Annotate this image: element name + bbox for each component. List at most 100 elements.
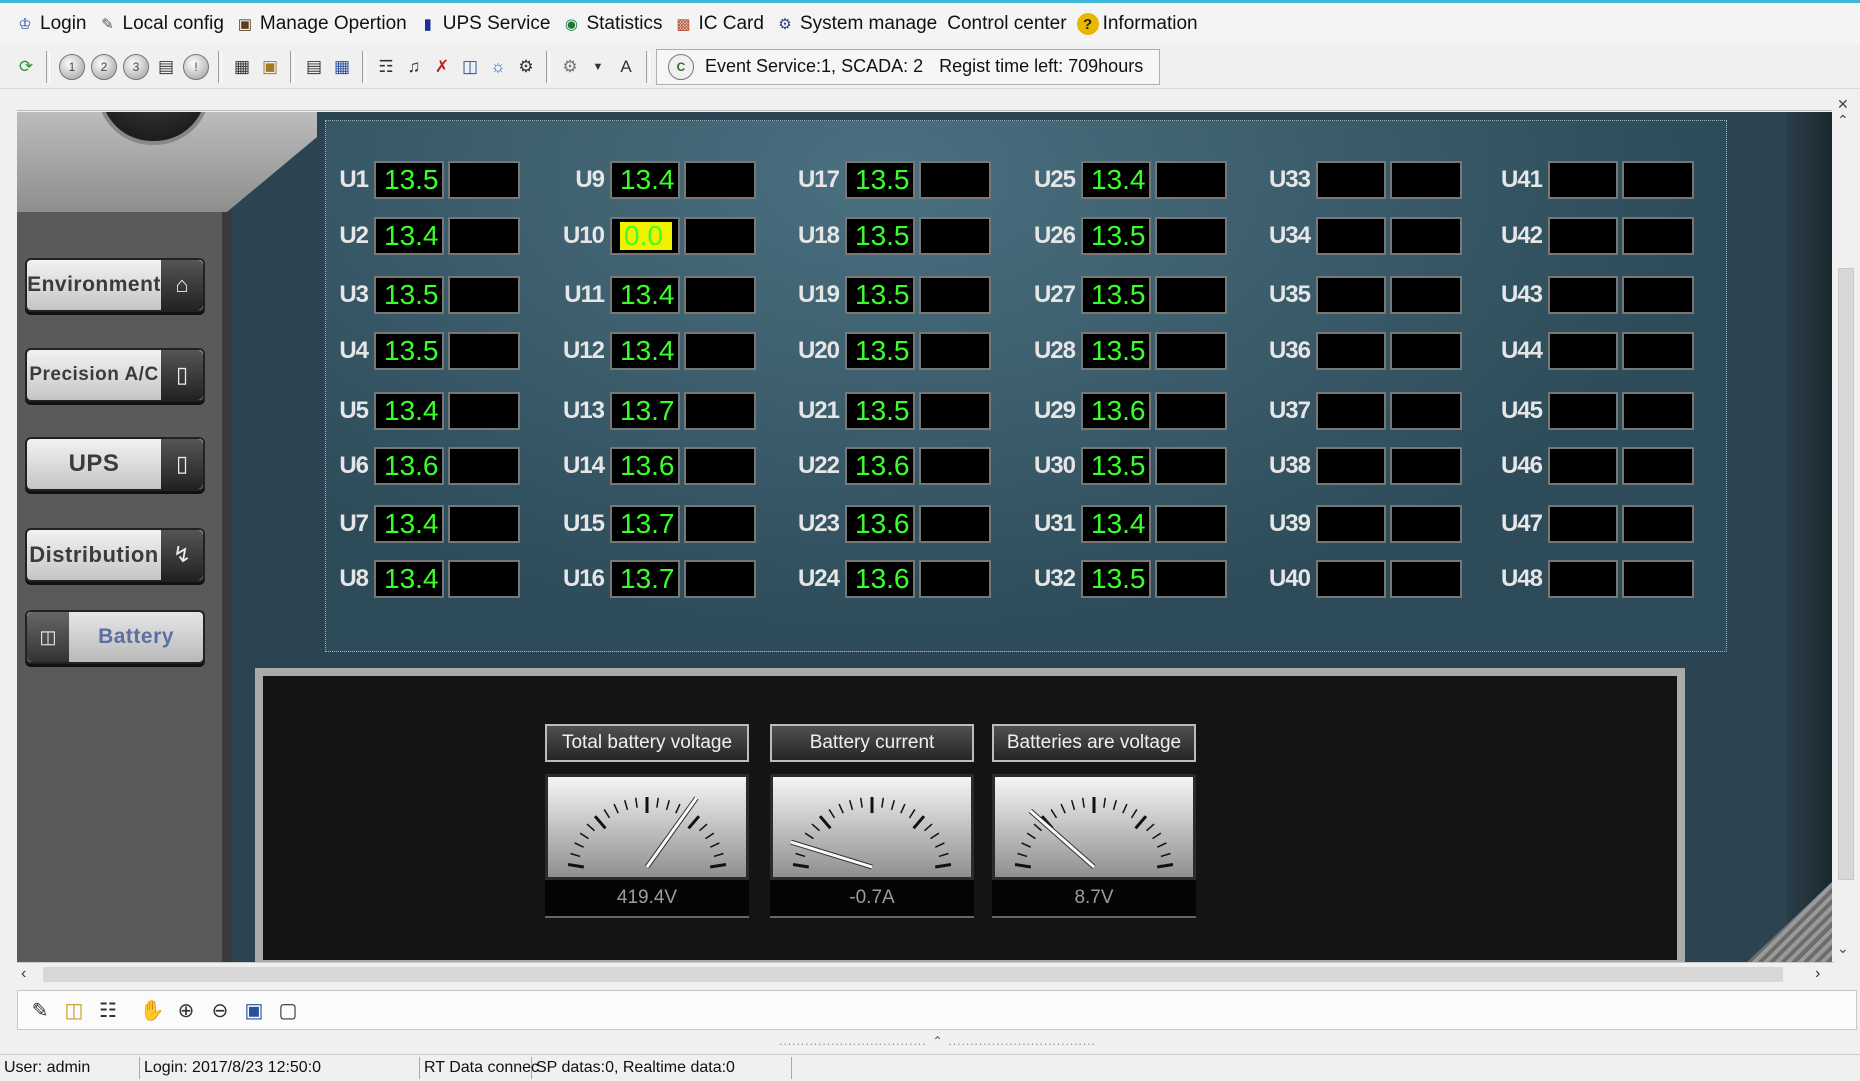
chevron-down-icon[interactable]: ⌄ (1837, 940, 1849, 957)
settings-icon[interactable]: ⚙ (512, 52, 540, 82)
cell-voltage-value[interactable]: 13.6 (610, 447, 680, 485)
cell-voltage-value[interactable]: 13.7 (610, 392, 680, 430)
sidebar-item-precision-ac[interactable]: Precision A/C ▯ (25, 348, 205, 402)
grid-icon[interactable]: ▦ (228, 52, 256, 82)
browser-icon[interactable]: ☼ (484, 52, 512, 82)
vertical-scrollbar[interactable]: ✕ ⌃ ⌄ (1834, 96, 1856, 964)
cell-voltage-value[interactable]: 13.5 (845, 276, 915, 314)
cell-voltage-value[interactable] (1548, 505, 1618, 543)
cell-voltage-value[interactable]: 13.4 (610, 161, 680, 199)
view-1-button[interactable]: 1 (59, 53, 85, 80)
menu-information[interactable]: ? Information (1076, 13, 1198, 35)
menu-system-manage[interactable]: ⚙ System manage (774, 13, 937, 35)
menu-manage-operation[interactable]: ▣ Manage Opertion (234, 13, 407, 35)
cell-voltage-value[interactable] (1548, 276, 1618, 314)
cell-voltage-value[interactable]: 13.7 (610, 505, 680, 543)
cell-voltage-value[interactable]: 13.5 (1081, 276, 1151, 314)
cell-voltage-value[interactable] (1548, 447, 1618, 485)
cell-voltage-value[interactable] (1316, 505, 1386, 543)
zoom-out-icon[interactable]: ⊖ (204, 994, 236, 1026)
font-button[interactable]: A (612, 52, 640, 82)
sidebar-item-environment[interactable]: Environment ⌂ (25, 258, 205, 312)
sidebar-item-ups[interactable]: UPS ▯ (25, 437, 205, 491)
cell-voltage-value[interactable]: 13.4 (374, 505, 444, 543)
menu-statistics[interactable]: ◉ Statistics (560, 13, 663, 35)
sidebar-item-battery[interactable]: ◫ Battery (25, 610, 205, 664)
cell-voltage-value[interactable] (1316, 276, 1386, 314)
zoom-in-icon[interactable]: ⊕ (170, 994, 202, 1026)
cell-voltage-value[interactable]: 13.5 (374, 276, 444, 314)
vertical-scroll-thumb[interactable] (1838, 268, 1854, 880)
chevron-up-icon[interactable]: ⌃ (932, 1034, 942, 1048)
cell-voltage-value[interactable] (1548, 392, 1618, 430)
cell-voltage-value[interactable]: 13.5 (845, 332, 915, 370)
cell-voltage-value[interactable]: 13.5 (845, 392, 915, 430)
cell-voltage-value[interactable]: 13.6 (845, 447, 915, 485)
monitor-icon[interactable]: ▤ (152, 52, 180, 82)
cell-voltage-value[interactable] (1316, 447, 1386, 485)
speaker-icon[interactable]: ♫ (400, 52, 428, 82)
cell-voltage-value[interactable]: 13.7 (610, 560, 680, 598)
menu-local-config[interactable]: ✎ Local config (97, 13, 224, 35)
menu-ups-service[interactable]: ▮ UPS Service (417, 13, 551, 35)
cell-voltage-value[interactable] (1316, 217, 1386, 255)
chevron-right-icon[interactable]: › (1815, 965, 1820, 983)
cell-voltage-value[interactable]: 13.4 (1081, 161, 1151, 199)
new-document-icon[interactable]: ✎ (24, 994, 56, 1026)
cell-voltage-value[interactable]: 13.4 (610, 332, 680, 370)
cell-voltage-value[interactable] (1548, 161, 1618, 199)
alert-icon[interactable]: ! (183, 53, 209, 80)
menu-control-center[interactable]: Control center (947, 13, 1066, 35)
cell-voltage-value[interactable] (1316, 560, 1386, 598)
menu-login[interactable]: ♔ Login (14, 13, 86, 35)
chevron-left-icon[interactable]: ‹ (21, 965, 26, 983)
cell-voltage-value[interactable] (1316, 161, 1386, 199)
view-3-button[interactable]: 3 (123, 53, 149, 80)
view-2-button[interactable]: 2 (91, 53, 117, 80)
cell-voltage-value[interactable]: 13.6 (1081, 392, 1151, 430)
fit-view-icon[interactable]: ▣ (238, 994, 270, 1026)
cell-voltage-value[interactable] (1548, 560, 1618, 598)
close-icon[interactable]: ✕ (1837, 96, 1849, 113)
chevron-down-icon[interactable]: ▼ (584, 52, 612, 82)
open-folder-icon[interactable]: ◫ (58, 994, 90, 1026)
cell-voltage-value[interactable]: 13.5 (374, 332, 444, 370)
cell-voltage-value[interactable]: 13.4 (374, 392, 444, 430)
cell-voltage-value[interactable]: 13.5 (1081, 332, 1151, 370)
network-icon[interactable]: ◫ (456, 52, 484, 82)
cell-voltage-value[interactable]: 0.0 (610, 217, 680, 255)
gear-icon[interactable]: ⚙ (556, 52, 584, 82)
chevron-up-icon[interactable]: ⌃ (1837, 112, 1849, 129)
horizontal-scroll-thumb[interactable] (43, 967, 1783, 982)
cell-voltage-value[interactable]: 13.4 (610, 276, 680, 314)
cell-voltage-value[interactable]: 13.5 (374, 161, 444, 199)
refresh-icon[interactable]: ⟳ (12, 52, 40, 82)
cell-voltage-value[interactable]: 13.6 (845, 505, 915, 543)
cell-voltage-value[interactable]: 13.5 (1081, 560, 1151, 598)
image-icon[interactable]: ▣ (256, 52, 284, 82)
cell-voltage-value[interactable] (1548, 217, 1618, 255)
document-icon[interactable]: ☶ (372, 52, 400, 82)
cell-voltage-value[interactable]: 13.5 (845, 217, 915, 255)
cell-voltage-value[interactable]: 13.4 (374, 560, 444, 598)
hand-pan-icon[interactable]: ✋ (136, 994, 168, 1026)
clipboard-icon[interactable]: ☷ (92, 994, 124, 1026)
sidebar-item-distribution[interactable]: Distribution ↯ (25, 528, 205, 582)
cell-voltage-value[interactable]: 13.5 (1081, 447, 1151, 485)
table-icon[interactable]: ▦ (328, 52, 356, 82)
menu-ic-card[interactable]: ▩ IC Card (672, 13, 764, 35)
list-icon[interactable]: ▤ (300, 52, 328, 82)
cell-voltage-value[interactable]: 13.6 (845, 560, 915, 598)
mute-icon[interactable]: ✗ (428, 52, 456, 82)
cell-voltage-value[interactable] (1548, 332, 1618, 370)
cell-voltage-value[interactable]: 13.5 (1081, 217, 1151, 255)
cell-voltage-value[interactable]: 13.6 (374, 447, 444, 485)
cell-voltage-value[interactable]: 13.4 (374, 217, 444, 255)
horizontal-scrollbar[interactable]: ‹ › (17, 962, 1834, 987)
cell-voltage-value[interactable]: 13.5 (845, 161, 915, 199)
cell-voltage-value[interactable] (1316, 392, 1386, 430)
fullscreen-icon[interactable]: ▢ (272, 994, 304, 1026)
cell-voltage-value[interactable] (1316, 332, 1386, 370)
panel-splitter[interactable]: .................................. ⌃ ...… (755, 1034, 1120, 1048)
cell-voltage-value[interactable]: 13.4 (1081, 505, 1151, 543)
